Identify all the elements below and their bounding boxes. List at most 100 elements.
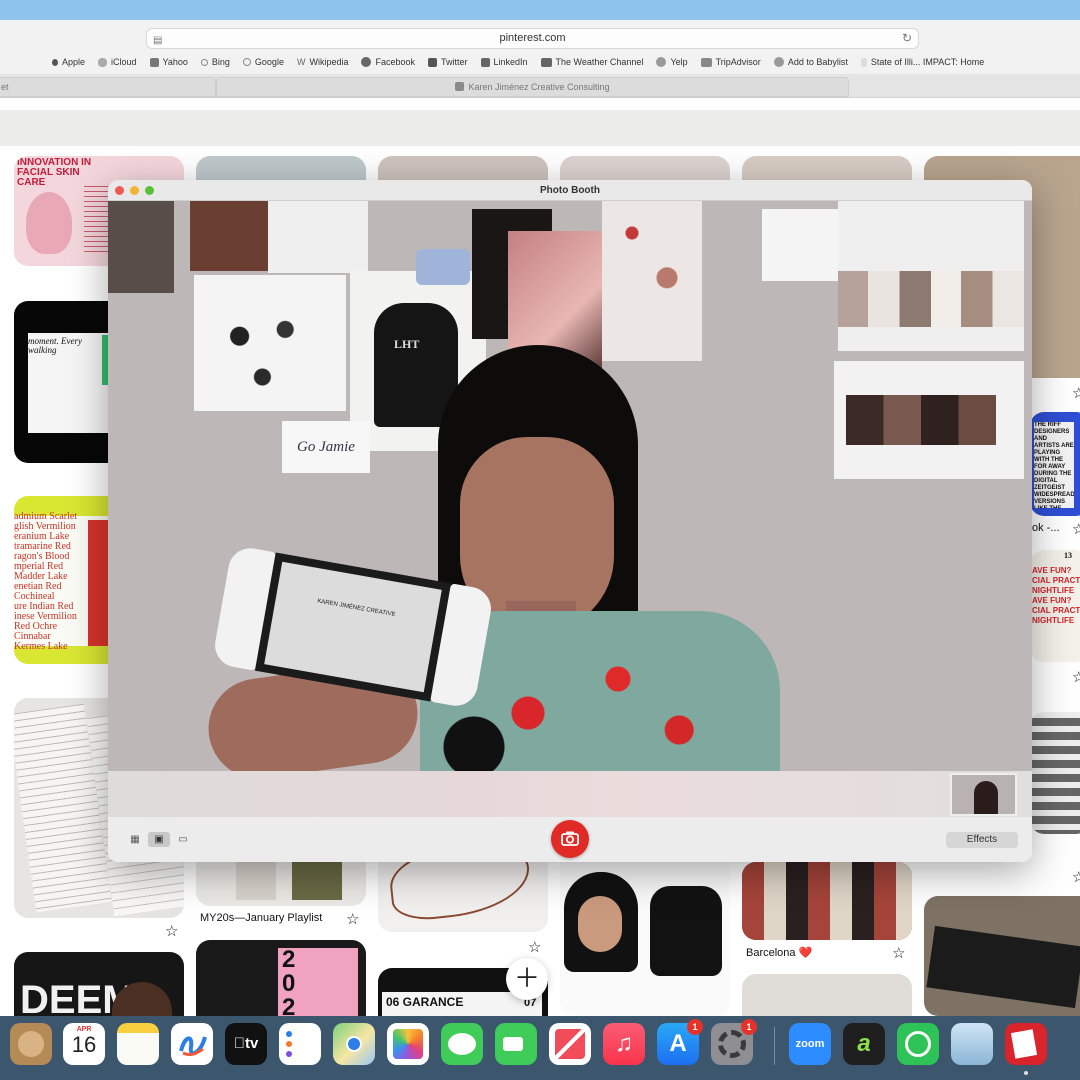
notes-app-icon[interactable] <box>117 1023 159 1065</box>
photo-booth-card-icon <box>1010 1029 1038 1059</box>
favorite-tripadvisor[interactable]: TripAdvisor <box>700 57 761 67</box>
maps-app-icon[interactable] <box>333 1023 375 1065</box>
wikipedia-icon: W <box>296 57 306 67</box>
favorite-yelp[interactable]: Yelp <box>656 57 688 67</box>
favorite-wikipedia[interactable]: W Wikipedia <box>297 57 349 67</box>
pin-2024-poster[interactable]: 202 <box>196 940 366 1016</box>
photo-booth-app-icon[interactable] <box>1005 1023 1047 1065</box>
news-n-icon <box>555 1029 585 1059</box>
save-pin-star-icon[interactable]: ☆ <box>1072 868 1080 886</box>
pin-riff-text: THE RIFF DESIGNERS AND ARTISTS ARE PLAYI… <box>1034 422 1074 508</box>
take-photo-button[interactable] <box>551 820 589 858</box>
save-pin-star-icon[interactable]: ☆ <box>1072 520 1080 538</box>
adobe-acrobat-app-icon[interactable]: a <box>843 1023 885 1065</box>
fun-poster-line: AVE FUN? <box>1032 566 1072 575</box>
pin-riff[interactable]: THE RIFF DESIGNERS AND ARTISTS ARE PLAYI… <box>1030 412 1080 516</box>
pin-skin-care-face <box>26 192 72 254</box>
favorite-babylist[interactable]: Add to Babylist <box>773 57 848 67</box>
address-bar[interactable]: ▤ pinterest.com ↻ <box>146 28 919 49</box>
favorite-google[interactable]: Google <box>242 57 284 67</box>
save-pin-star-icon[interactable]: ☆ <box>346 910 359 928</box>
apple-tv-app-icon[interactable]: tv <box>225 1023 267 1065</box>
favorite-apple[interactable]: Apple <box>52 57 85 67</box>
pin-skin-care-title: INNOVATION IN FACIAL SKIN CARE <box>17 157 92 188</box>
four-photos-mode-button[interactable]: ▦ <box>124 832 146 847</box>
wall-photo-top-left <box>108 201 174 293</box>
pin-2024-poster-digits: 202 <box>282 946 296 1017</box>
fun-poster-line: AVE FUN? <box>1032 596 1072 605</box>
wall-printout <box>268 201 368 273</box>
music-app-icon[interactable]: ♫ <box>603 1023 645 1065</box>
favorite-icloud[interactable]: iCloud <box>98 57 137 67</box>
pin-my20s-caption[interactable]: MY20s—January Playlist <box>200 912 322 924</box>
favorite-yahoo[interactable]: Yahoo <box>149 57 188 67</box>
save-pin-star-icon[interactable]: ☆ <box>1072 384 1080 402</box>
fun-poster-line: CIAL PRACTICE <box>1032 576 1080 585</box>
photo-booth-titlebar[interactable]: Photo Booth <box>108 180 1032 201</box>
save-pin-star-icon[interactable]: ☆ <box>892 944 905 962</box>
favorite-facebook[interactable]: Facebook <box>361 57 415 67</box>
messages-app-icon[interactable] <box>441 1023 483 1065</box>
wall-note-handwriting: Go Jamie <box>282 421 370 473</box>
save-pin-star-icon[interactable]: ☆ <box>1072 668 1080 686</box>
pin-grid-collage[interactable] <box>1030 712 1080 834</box>
pin-barcelona-caption[interactable]: Barcelona ❤️ <box>746 946 812 959</box>
video-camera-icon <box>503 1037 523 1051</box>
photo-thumbnail[interactable] <box>950 773 1017 816</box>
favorite-linkedin[interactable]: LinkedIn <box>480 57 528 67</box>
freeform-app-icon[interactable] <box>171 1023 213 1065</box>
photo-booth-window[interactable]: Photo Booth LHT Go Jamie KAREN JIMÉNEZ C… <box>108 180 1032 862</box>
fun-poster-line: NIGHTLIFE <box>1032 616 1075 625</box>
wall-photo-grid-top <box>838 201 1024 351</box>
pin-fun-poster-text: AVE FUN?CIAL PRACTICENIGHTLIFEAVE FUN?CI… <box>1032 566 1080 626</box>
single-photo-mode-button[interactable]: ▣ <box>148 832 170 847</box>
reload-icon[interactable]: ↻ <box>902 29 912 48</box>
calendar-day: 16 <box>71 1032 97 1057</box>
save-pin-star-icon[interactable]: ☆ <box>165 922 178 940</box>
pin-riff-caption[interactable]: ok -... <box>1032 522 1060 534</box>
reminders-app-icon[interactable] <box>279 1023 321 1065</box>
save-pin-star-icon[interactable]: ☆ <box>528 938 541 956</box>
tab-active[interactable]: Karen Jiménez Creative Consulting <box>216 77 849 97</box>
gear-icon <box>718 1030 746 1058</box>
pin-deem[interactable]: DEEM <box>14 952 184 1016</box>
dock-separator <box>774 1027 775 1065</box>
pin-walking-moment-text: moment. Every walking <box>28 336 82 355</box>
yahoo-icon <box>149 57 159 67</box>
pin-fun-poster[interactable]: AVE FUN?CIAL PRACTICENIGHTLIFEAVE FUN?CI… <box>1030 550 1080 662</box>
add-pin-button[interactable]: ＋ <box>506 958 548 1000</box>
whatsapp-app-icon[interactable] <box>897 1023 939 1065</box>
pin-barcelona-collage <box>742 862 912 940</box>
favorite-bing[interactable]: Bing <box>200 57 230 67</box>
phone-bubble-icon <box>905 1031 931 1057</box>
close-window-button[interactable] <box>115 186 124 195</box>
contacts-avatar-icon <box>18 1031 44 1057</box>
pin-film-frames[interactable] <box>924 896 1080 1016</box>
pin-column5-bottom[interactable] <box>742 974 912 1016</box>
zoom-window-button[interactable] <box>145 186 154 195</box>
fun-poster-line: NIGHTLIFE <box>1032 586 1075 595</box>
reminders-dot-icon <box>286 1051 292 1057</box>
reader-icon[interactable]: ▤ <box>153 31 162 50</box>
favorite-weather-channel[interactable]: The Weather Channel <box>540 57 643 67</box>
video-mode-button[interactable]: ▭ <box>172 832 194 847</box>
tab-left[interactable]: et <box>0 77 216 97</box>
contacts-app-icon[interactable] <box>10 1023 52 1065</box>
news-app-icon[interactable] <box>549 1023 591 1065</box>
effects-button[interactable]: Effects <box>946 832 1018 848</box>
desktop-background <box>0 0 1080 20</box>
pin-barcelona[interactable] <box>742 862 912 940</box>
photos-app-icon[interactable] <box>387 1023 429 1065</box>
zoom-app-icon[interactable]: zoom <box>789 1023 831 1065</box>
preview-app-icon[interactable] <box>951 1023 993 1065</box>
google-icon <box>242 58 251 66</box>
facetime-app-icon[interactable] <box>495 1023 537 1065</box>
minimize-window-button[interactable] <box>130 186 139 195</box>
favorite-impact[interactable]: State of Illi... IMPACT: Home <box>860 57 984 67</box>
page-top-gap <box>0 98 1080 110</box>
wall-portraits <box>846 395 996 445</box>
calendar-app-icon[interactable]: APR 16 <box>63 1023 105 1065</box>
favorite-twitter[interactable]: Twitter <box>428 57 468 67</box>
pin-bob-hair-face <box>578 896 622 952</box>
pin-bob-hair[interactable] <box>560 862 730 1016</box>
